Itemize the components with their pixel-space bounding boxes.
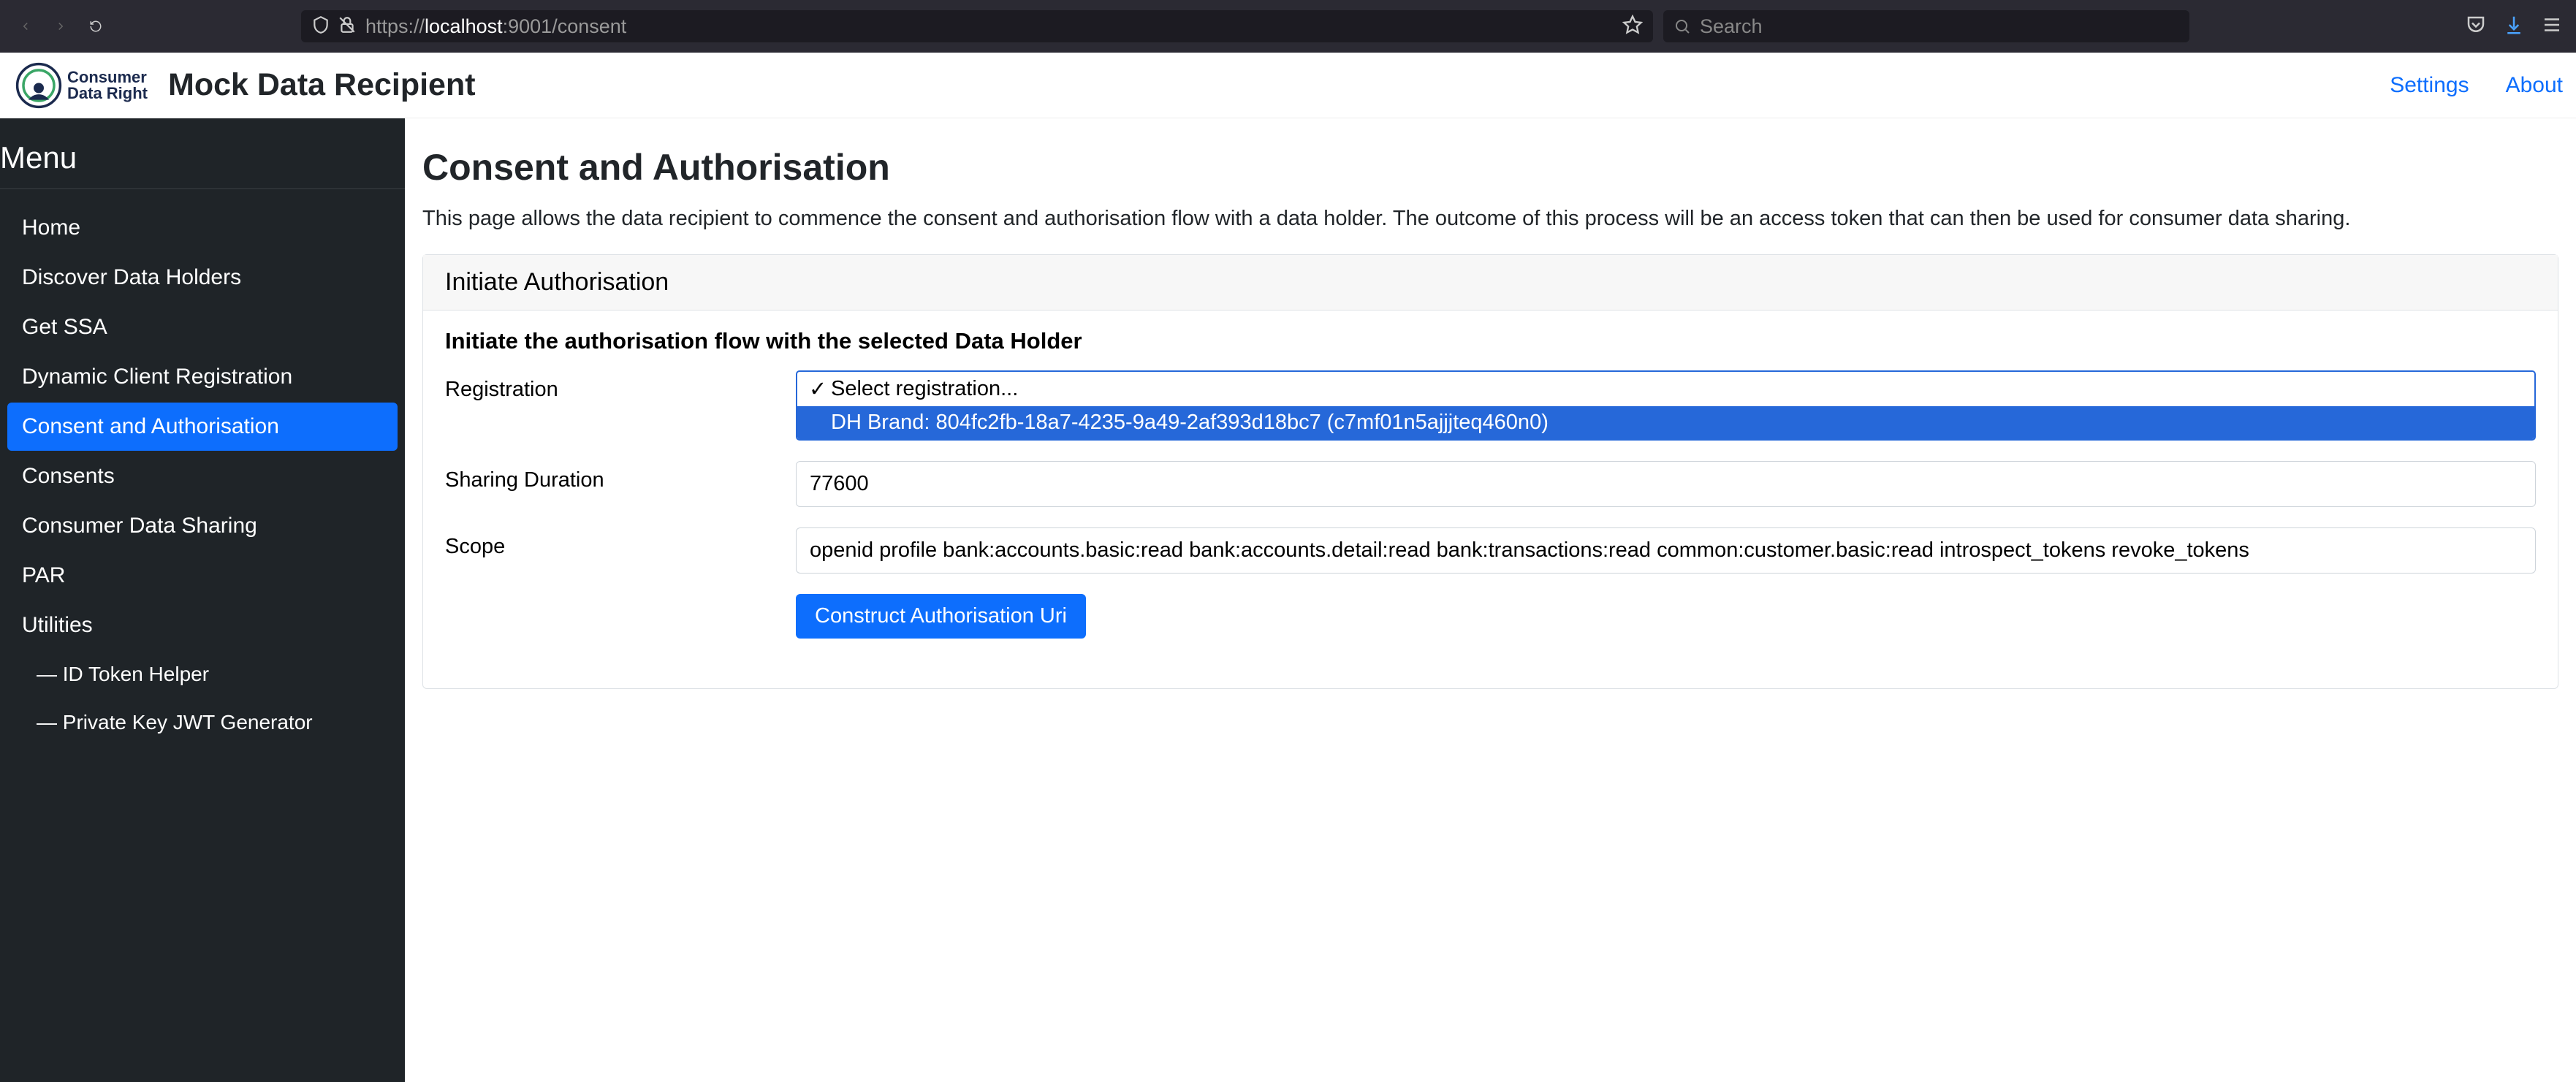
about-link[interactable]: About [2506, 73, 2563, 98]
registration-option-dhbrand[interactable]: DH Brand: 804fc2fb-18a7-4235-9a49-2af393… [797, 406, 2534, 439]
settings-link[interactable]: Settings [2390, 73, 2469, 98]
main-content: Consent and Authorisation This page allo… [405, 118, 2576, 1082]
registration-label: Registration [445, 370, 796, 402]
app-header: Consumer Data Right Mock Data Recipient … [0, 53, 2576, 118]
sidebar-item-home[interactable]: Home [7, 204, 398, 252]
search-icon [1673, 18, 1691, 35]
registration-option-placeholder[interactable]: ✓Select registration... [797, 372, 2534, 406]
shield-icon [311, 15, 330, 38]
page-title: Consent and Authorisation [422, 146, 2558, 188]
sidebar-item-getssa[interactable]: Get SSA [7, 303, 398, 351]
sidebar-item-consents[interactable]: Consents [7, 452, 398, 500]
check-icon: ✓ [809, 376, 825, 402]
logo-text-line1: Consumer [67, 69, 148, 85]
pocket-icon[interactable] [2465, 14, 2487, 39]
sidebar-subitem-idtoken[interactable]: — ID Token Helper [7, 651, 398, 698]
sidebar-item-discover[interactable]: Discover Data Holders [7, 254, 398, 302]
cdr-logo-icon [13, 60, 64, 111]
page-description: This page allows the data recipient to c… [422, 203, 2558, 234]
search-placeholder: Search [1700, 15, 1763, 38]
menu-heading: Menu [0, 140, 405, 189]
logo[interactable]: Consumer Data Right [13, 60, 148, 111]
app-title: Mock Data Recipient [168, 67, 476, 103]
sidebar: Menu Home Discover Data Holders Get SSA … [0, 118, 405, 1082]
address-bar[interactable]: https://localhost:9001/consent [301, 10, 1653, 42]
sidebar-item-par[interactable]: PAR [7, 552, 398, 600]
lock-icon [338, 15, 357, 38]
forward-button[interactable] [48, 14, 73, 39]
card-subtitle: Initiate the authorisation flow with the… [445, 328, 2536, 354]
bookmark-icon[interactable] [1622, 15, 1643, 39]
construct-uri-button[interactable]: Construct Authorisation Uri [796, 594, 1086, 639]
sharing-duration-label: Sharing Duration [445, 461, 796, 492]
url-text: https://localhost:9001/consent [365, 15, 1614, 38]
card-header: Initiate Authorisation [423, 255, 2558, 310]
sharing-duration-input[interactable] [796, 461, 2536, 507]
sidebar-item-sharing[interactable]: Consumer Data Sharing [7, 502, 398, 550]
download-icon[interactable] [2503, 14, 2525, 39]
sidebar-item-dcr[interactable]: Dynamic Client Registration [7, 353, 398, 401]
sidebar-item-utilities[interactable]: Utilities [7, 601, 398, 649]
hamburger-icon[interactable] [2541, 14, 2563, 39]
registration-select[interactable]: ✓Select registration... DH Brand: 804fc2… [796, 370, 2536, 441]
back-button[interactable] [13, 14, 38, 39]
authorisation-card: Initiate Authorisation Initiate the auth… [422, 254, 2558, 689]
scope-input[interactable] [796, 527, 2536, 574]
scope-label: Scope [445, 527, 796, 559]
browser-search-input[interactable]: Search [1663, 10, 2189, 42]
browser-toolbar: https://localhost:9001/consent Search [0, 0, 2576, 53]
reload-button[interactable] [83, 14, 108, 39]
sidebar-item-consent-auth[interactable]: Consent and Authorisation [7, 403, 398, 451]
logo-text-line2: Data Right [67, 85, 148, 102]
sidebar-subitem-jwt[interactable]: — Private Key JWT Generator [7, 699, 398, 746]
